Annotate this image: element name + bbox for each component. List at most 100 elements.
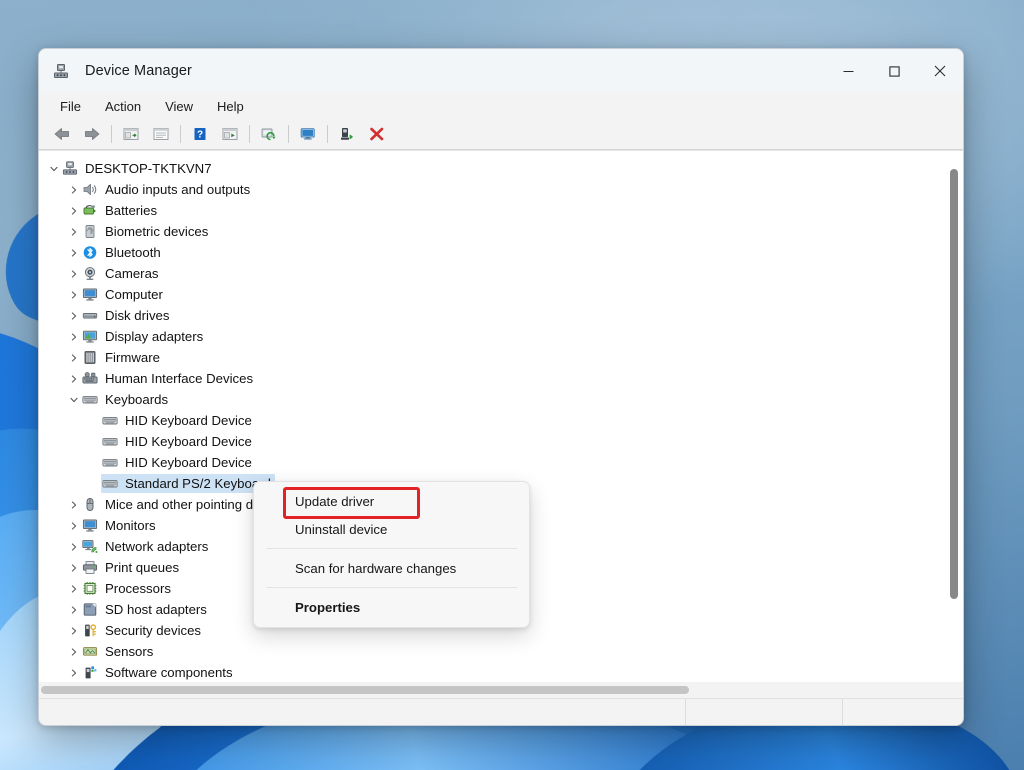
tree-item[interactable]: HID Keyboard Device [39, 410, 945, 431]
fingerprint-icon [81, 223, 99, 239]
svg-text:?: ? [197, 130, 203, 141]
context-menu[interactable]: Update driver Uninstall device Scan for ha… [253, 481, 530, 628]
tree-item[interactable]: Cameras [39, 263, 945, 284]
tree-item-label-wrap: Software components [81, 663, 237, 682]
security-device-icon [81, 622, 99, 638]
tree-item[interactable]: Display adapters [39, 326, 945, 347]
context-menu-item-uninstall-device[interactable]: Uninstall device [254, 515, 529, 543]
chevron-right-icon[interactable] [67, 647, 81, 656]
chevron-right-icon[interactable] [67, 248, 81, 257]
tree-item-label-wrap: Disk drives [81, 306, 173, 325]
tree-item-label: Processors [105, 580, 171, 596]
help-icon[interactable]: ? [185, 121, 215, 147]
chevron-right-icon[interactable] [67, 521, 81, 530]
tree-item[interactable]: Bluetooth [39, 242, 945, 263]
tree-item-label: Bluetooth [105, 244, 161, 260]
chevron-right-icon[interactable] [67, 353, 81, 362]
software-component-icon [81, 664, 99, 680]
tree-item[interactable]: HID Keyboard Device [39, 452, 945, 473]
vertical-scrollbar[interactable] [947, 153, 961, 680]
properties-icon[interactable] [146, 121, 176, 147]
tree-item-label: Display adapters [105, 328, 204, 344]
minimize-button[interactable] [825, 49, 871, 93]
chevron-right-icon[interactable] [67, 269, 81, 278]
tree-item[interactable]: Computer [39, 284, 945, 305]
tree-item-label: Print queues [105, 559, 180, 575]
tree-item-label: Human Interface Devices [105, 370, 254, 386]
chevron-right-icon[interactable] [67, 311, 81, 320]
chevron-right-icon[interactable] [67, 185, 81, 194]
menu-help[interactable]: Help [206, 96, 255, 117]
tree-item[interactable]: Biometric devices [39, 221, 945, 242]
tree-item-label: HID Keyboard Device [125, 433, 252, 449]
monitor-icon [81, 286, 99, 302]
chevron-right-icon[interactable] [67, 605, 81, 614]
tree-root-node[interactable]: DESKTOP-TKTKVN7 [39, 158, 945, 179]
back-arrow-icon[interactable] [47, 121, 77, 147]
horizontal-scrollbar[interactable] [39, 682, 963, 698]
tree-item-label-wrap: Network adapters [81, 537, 212, 556]
tree-item-label: Computer [105, 286, 163, 302]
tree-item[interactable]: HID Keyboard Device [39, 431, 945, 452]
title-bar: Device Manager [39, 49, 963, 93]
menu-file[interactable]: File [49, 96, 92, 117]
chevron-right-icon[interactable] [67, 206, 81, 215]
maximize-button[interactable] [871, 49, 917, 93]
tree-item-label-wrap: Keyboards [81, 390, 172, 409]
tree-item[interactable]: Batteries [39, 200, 945, 221]
vertical-scrollbar-thumb[interactable] [950, 169, 958, 599]
chevron-right-icon[interactable] [67, 584, 81, 593]
status-bar [39, 698, 963, 725]
menu-view[interactable]: View [154, 96, 204, 117]
tree-item[interactable]: Audio inputs and outputs [39, 179, 945, 200]
forward-arrow-icon[interactable] [77, 121, 107, 147]
chevron-right-icon[interactable] [67, 500, 81, 509]
enable-device-icon[interactable] [332, 121, 362, 147]
context-menu-item-update-driver[interactable]: Update driver [254, 487, 529, 515]
update-driver-icon[interactable] [254, 121, 284, 147]
tree-item[interactable]: Disk drives [39, 305, 945, 326]
chevron-right-icon[interactable] [67, 290, 81, 299]
tree-item-label: Keyboards [105, 391, 169, 407]
tree-item[interactable]: Software components [39, 662, 945, 682]
chevron-right-icon[interactable] [67, 227, 81, 236]
tree-item-label: Firmware [105, 349, 160, 365]
menu-action[interactable]: Action [94, 96, 152, 117]
tree-item[interactable]: Firmware [39, 347, 945, 368]
tree-item-label: Sensors [105, 643, 154, 659]
chevron-right-icon[interactable] [67, 563, 81, 572]
scan-hardware-changes-icon[interactable] [293, 121, 323, 147]
view-icon[interactable] [215, 121, 245, 147]
chevron-down-icon[interactable] [67, 396, 81, 404]
show-hide-console-tree-icon[interactable] [116, 121, 146, 147]
horizontal-scrollbar-thumb[interactable] [41, 686, 689, 694]
chevron-down-icon[interactable] [47, 165, 61, 173]
context-menu-item-properties[interactable]: Properties [254, 593, 529, 621]
context-menu-item-scan-for-hardware-changes[interactable]: Scan for hardware changes [254, 554, 529, 582]
chevron-right-icon[interactable] [67, 332, 81, 341]
tree-item-label: Audio inputs and outputs [105, 181, 251, 197]
tree-item[interactable]: Human Interface Devices [39, 368, 945, 389]
tree-item[interactable]: Sensors [39, 641, 945, 662]
tree-item-label: Batteries [105, 202, 158, 218]
tree-item-label: Standard PS/2 Keyboard [125, 475, 271, 491]
chevron-right-icon[interactable] [67, 668, 81, 677]
tree-item[interactable]: Keyboards [39, 389, 945, 410]
device-manager-icon [52, 63, 70, 79]
tree-item-label-wrap: SD host adapters [81, 600, 211, 619]
monitor-icon [81, 517, 99, 533]
tree-item-label-wrap: Cameras [81, 264, 163, 283]
tree-item-label: HID Keyboard Device [125, 412, 252, 428]
tree-item-label: Network adapters [105, 538, 209, 554]
close-button[interactable] [917, 49, 963, 93]
keyboard-icon [101, 433, 119, 449]
keyboard-icon [101, 454, 119, 470]
chevron-right-icon[interactable] [67, 542, 81, 551]
chevron-right-icon[interactable] [67, 374, 81, 383]
tree-item-label-wrap: Human Interface Devices [81, 369, 257, 388]
uninstall-device-icon[interactable] [362, 121, 392, 147]
tree-item-label-wrap: Audio inputs and outputs [81, 180, 254, 199]
status-pane-secondary [685, 699, 842, 725]
chevron-right-icon[interactable] [67, 626, 81, 635]
toolbar-separator [249, 125, 250, 143]
